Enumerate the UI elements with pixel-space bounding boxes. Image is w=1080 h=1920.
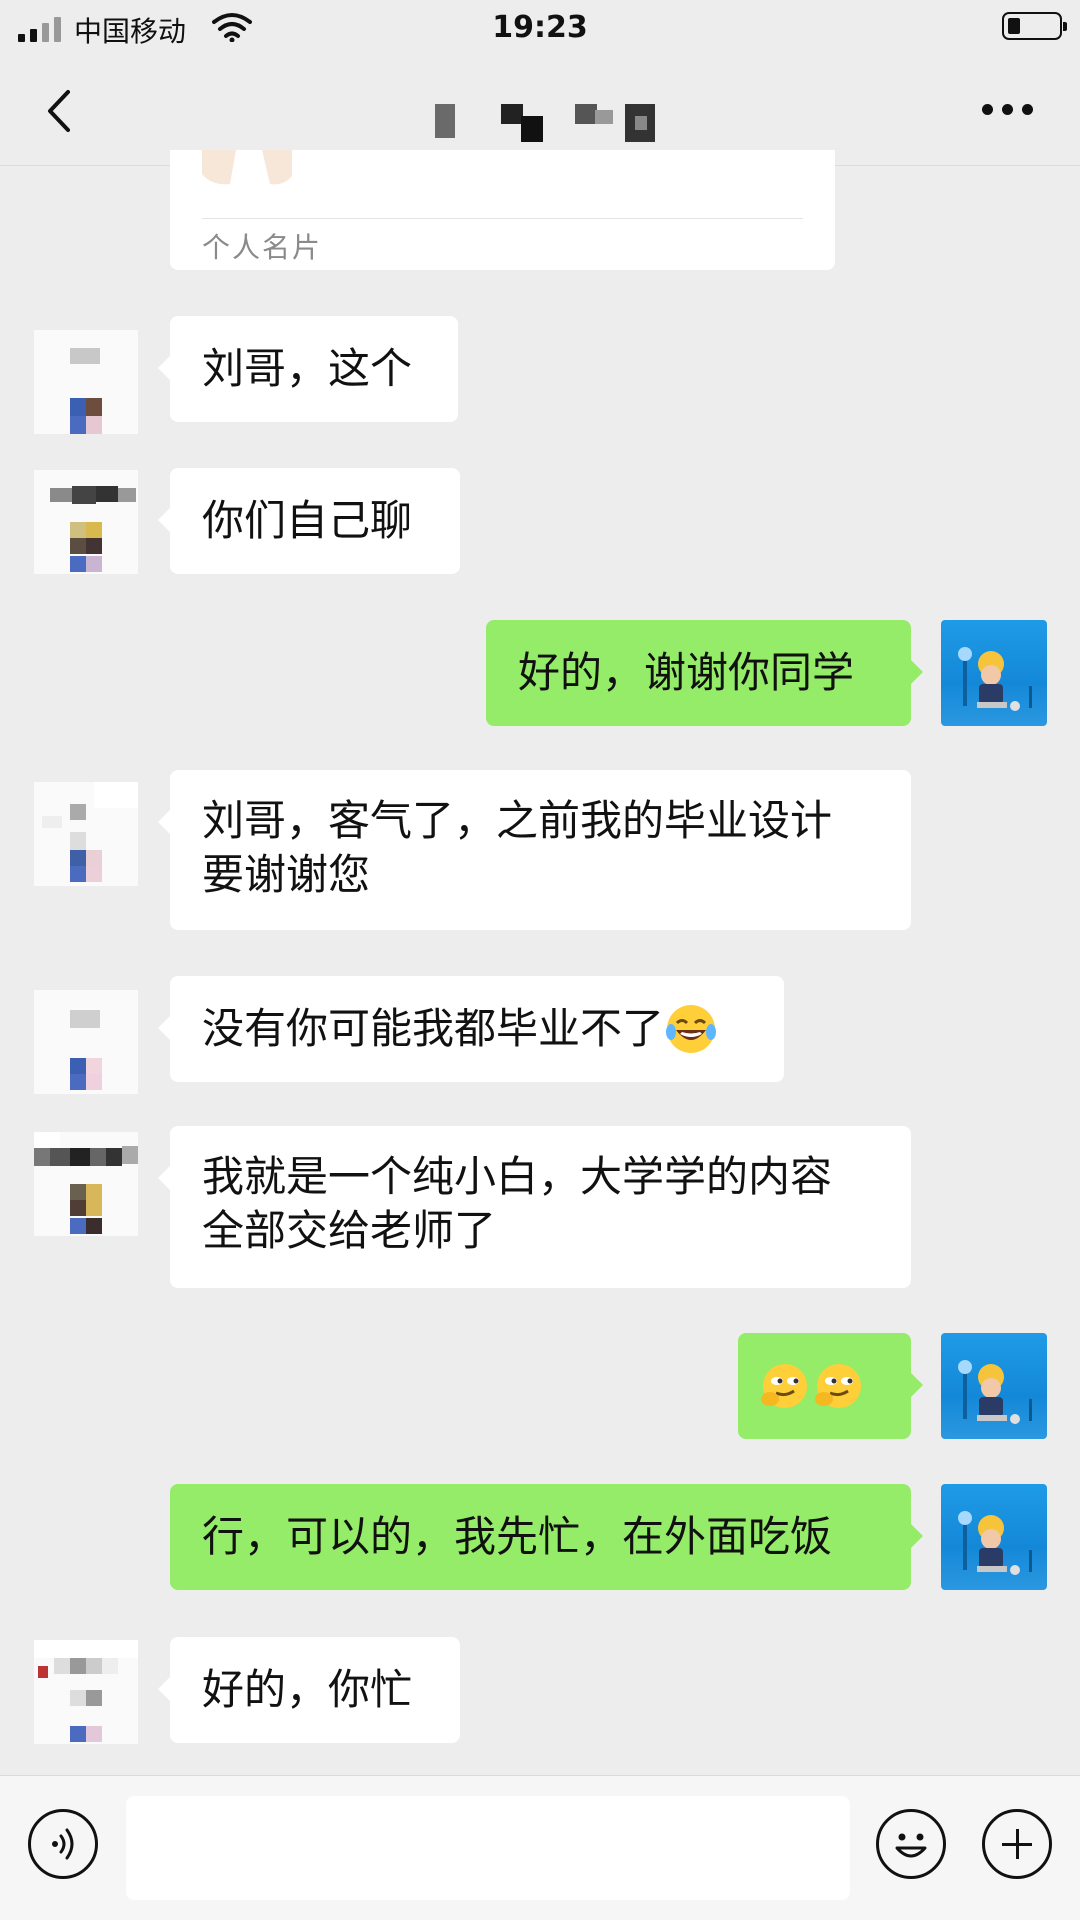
avatar-self[interactable] [941,1333,1047,1439]
message-bubble-received[interactable]: 刘哥，这个 [158,316,458,422]
cartoon-avatar-image [958,647,1032,711]
message-bubble-sent[interactable]: 行，可以的，我先忙，在外面吃饭 [170,1484,923,1590]
avatar-self[interactable] [941,1484,1047,1590]
smirk-emoji [761,1364,807,1408]
message-text: 好的，你忙 [202,1665,413,1714]
card-avatar-image [202,150,292,185]
plus-icon[interactable] [982,1809,1052,1879]
input-bar [0,1775,1080,1920]
message-bubble-sent[interactable]: 好的，谢谢你同学 [486,620,923,726]
avatar[interactable] [34,330,138,434]
message-text: 刘哥，这个 [202,344,413,393]
message-text: 我就是一个纯小白，大学学的内容 全部交给老师了 [202,1152,833,1255]
message-text: 没有你可能我都毕业不了 [202,1004,665,1053]
message-bubble-sent[interactable] [738,1333,923,1439]
avatar-self[interactable] [941,620,1047,726]
status-bar: 中国移动 19:23 [0,0,1080,56]
card-label: 个人名片 [202,231,323,264]
cartoon-avatar-image [958,1511,1032,1575]
card-divider [202,218,803,219]
avatar[interactable] [34,470,138,574]
message-bubble-received[interactable]: 没有你可能我都毕业不了 [158,976,784,1082]
voice-icon[interactable] [28,1809,98,1879]
message-bubble-received[interactable]: 刘哥，客气了，之前我的毕业设计 要谢谢您 [158,770,911,930]
message-text: 行，可以的，我先忙，在外面吃饭 [202,1512,833,1561]
avatar[interactable] [34,1132,138,1236]
contact-card[interactable]: 个人名片 [170,150,835,270]
cartoon-avatar-image [958,1360,1032,1424]
clock: 19:23 [492,10,588,45]
avatar[interactable] [34,1640,138,1744]
message-bubble-received[interactable]: 你们自己聊 [158,468,460,574]
message-text: 你们自己聊 [202,496,413,545]
emoji-icon[interactable] [876,1809,946,1879]
avatar[interactable] [34,782,138,886]
message-text: 刘哥，客气了，之前我的毕业设计 要谢谢您 [202,796,833,899]
message-input[interactable] [126,1796,850,1900]
smirk-emoji [815,1364,861,1408]
more-dots-icon[interactable] [982,104,1034,120]
message-bubble-received[interactable]: 我就是一个纯小白，大学学的内容 全部交给老师了 [158,1126,911,1288]
message-text: 好的，谢谢你同学 [518,648,855,697]
battery-icon [1002,12,1067,40]
tears-of-joy-emoji [666,1005,717,1053]
chevron-left-icon[interactable] [40,86,80,136]
message-bubble-received[interactable]: 好的，你忙 [158,1637,460,1743]
avatar[interactable] [34,990,138,1094]
chat-title-pixelated [435,104,665,146]
